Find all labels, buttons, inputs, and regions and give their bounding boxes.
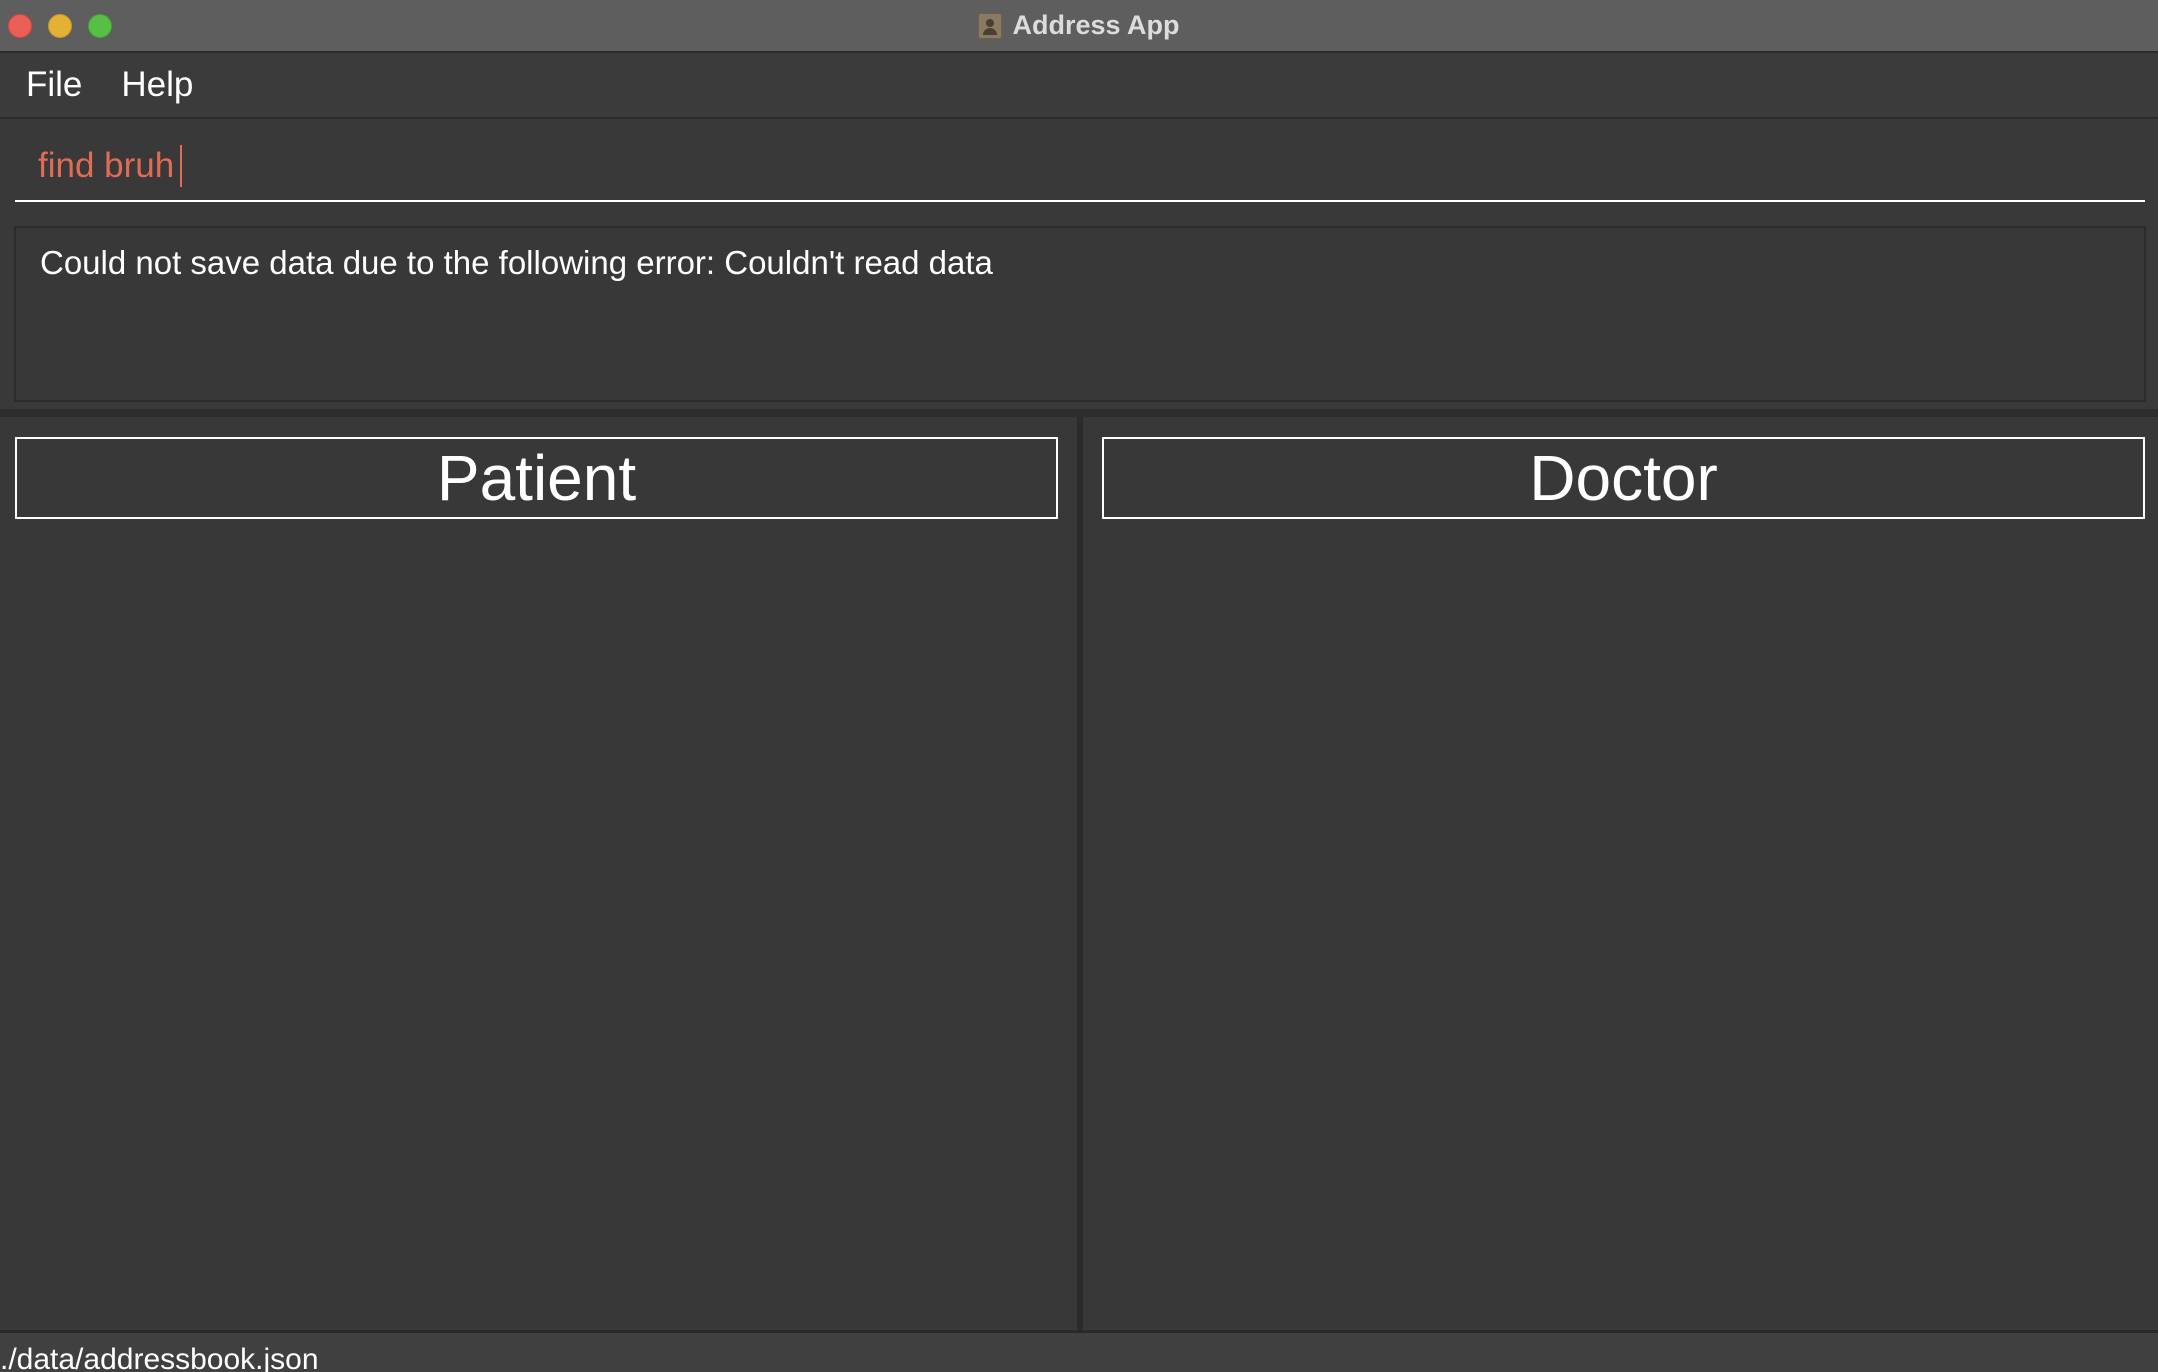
- doctor-list[interactable]: [1083, 527, 2158, 1330]
- save-location-path: ./data/addressbook.json: [0, 1343, 319, 1372]
- window-title: Address App: [1012, 10, 1180, 40]
- patient-panel-title: Patient: [15, 437, 1058, 519]
- panel-divider: [0, 409, 2158, 417]
- contacts-book-icon: [978, 12, 1003, 39]
- patient-list[interactable]: [0, 527, 1077, 1330]
- app-window: Address App File Help Could not save dat…: [0, 0, 2158, 1372]
- status-bar: ./data/addressbook.json: [0, 1330, 2158, 1372]
- result-message: Could not save data due to the following…: [40, 244, 993, 281]
- menu-file[interactable]: File: [0, 65, 101, 105]
- text-cursor: [180, 145, 182, 187]
- command-box: [15, 128, 2145, 202]
- doctor-panel-title: Doctor: [1102, 437, 2145, 519]
- patient-panel: Patient: [0, 417, 1077, 1330]
- result-display[interactable]: Could not save data due to the following…: [14, 226, 2146, 402]
- window-title-group: Address App: [0, 0, 2158, 51]
- title-bar[interactable]: Address App: [0, 0, 2158, 53]
- doctor-panel: Doctor: [1083, 417, 2158, 1330]
- menu-bar: File Help: [0, 53, 2158, 119]
- command-input[interactable]: [38, 142, 2128, 190]
- menu-help[interactable]: Help: [101, 65, 212, 105]
